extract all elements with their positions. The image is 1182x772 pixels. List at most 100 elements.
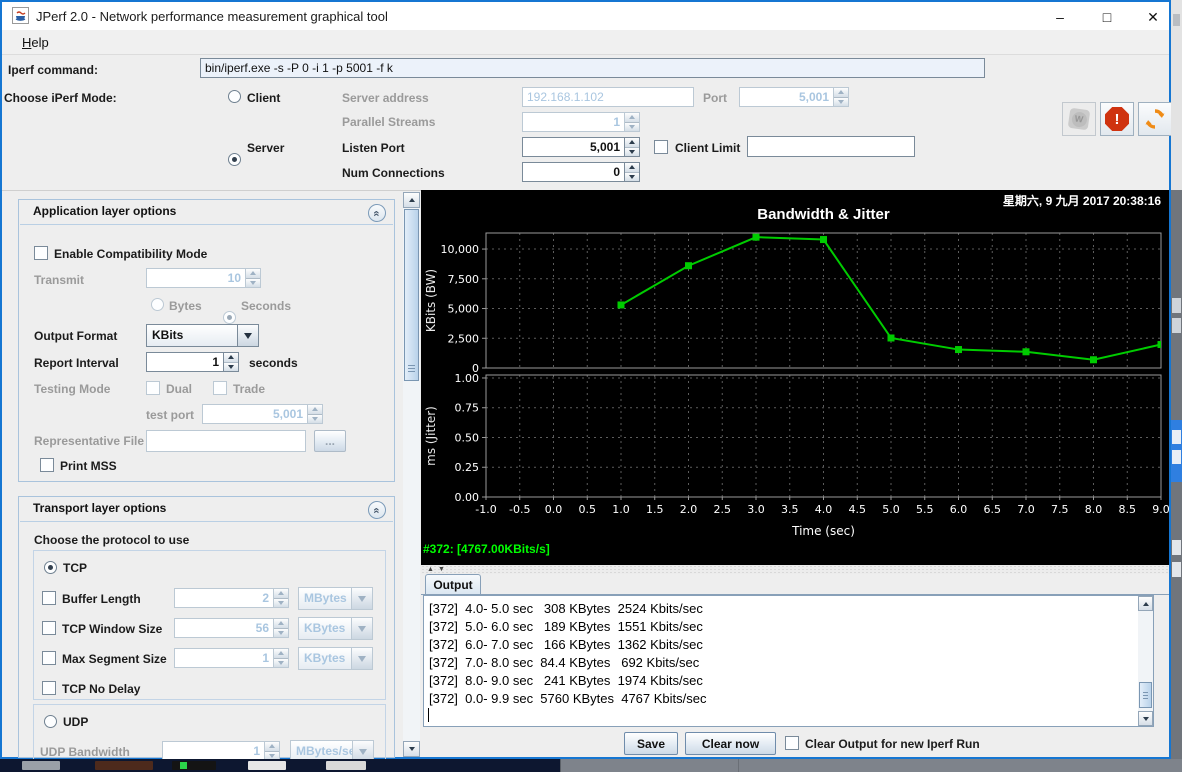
- clear-now-button[interactable]: Clear now: [685, 732, 776, 755]
- client-radio[interactable]: [228, 90, 241, 103]
- seconds-suffix-label: seconds: [249, 356, 298, 370]
- taskbar-icon[interactable]: [326, 761, 366, 770]
- udp-radio[interactable]: [44, 715, 57, 728]
- options-scrollbar[interactable]: [403, 192, 420, 757]
- minimize-icon[interactable]: –: [1044, 6, 1076, 28]
- desktop-icon-fragment: [1172, 318, 1181, 333]
- svg-text:2,500: 2,500: [448, 332, 480, 345]
- chart-area: 星期六, 9 九月 2017 20:38:16 Bandwidth & Jitt…: [421, 190, 1169, 565]
- bytes-radio: [151, 298, 164, 311]
- port-spinner-buttons: [834, 87, 849, 107]
- server-radio[interactable]: [228, 153, 241, 166]
- output-line: [372] 4.0- 5.0 sec 308 KBytes 2524 Kbits…: [429, 600, 1133, 618]
- combo-arrow-icon[interactable]: [237, 325, 258, 346]
- transport-layer-title: Transport layer options: [33, 501, 166, 515]
- collapse-application-panel-button[interactable]: »: [368, 204, 386, 222]
- print-mss-checkbox[interactable]: [40, 458, 54, 472]
- taskbar-segment[interactable]: [560, 759, 1182, 772]
- taskbar-icon[interactable]: [172, 761, 216, 770]
- max-segment-checkbox[interactable]: [42, 651, 56, 665]
- test-port-spinner-buttons: [308, 404, 323, 424]
- maximize-icon[interactable]: □: [1091, 6, 1123, 28]
- output-textarea[interactable]: [372] 4.0- 5.0 sec 308 KBytes 2524 Kbits…: [423, 595, 1154, 727]
- restart-iperf-button[interactable]: [1138, 102, 1172, 136]
- restart-arrows-icon: [1143, 107, 1167, 131]
- enable-compatibility-checkbox[interactable]: [34, 246, 48, 260]
- udp-bandwidth-spinner: 1: [162, 741, 265, 761]
- buffer-length-checkbox[interactable]: [42, 591, 56, 605]
- save-button[interactable]: Save: [624, 732, 678, 755]
- clear-output-checkbox[interactable]: [785, 736, 799, 750]
- testing-mode-label: Testing Mode: [34, 382, 110, 396]
- svg-text:0.5: 0.5: [579, 503, 597, 516]
- listen-port-spinner-buttons[interactable]: [625, 137, 640, 157]
- tab-output[interactable]: Output: [425, 574, 481, 594]
- svg-text:2.5: 2.5: [714, 503, 732, 516]
- split-divider[interactable]: ▲ ▼: [421, 565, 1169, 574]
- udp-radio-label: UDP: [63, 715, 88, 729]
- tcp-radio[interactable]: [44, 561, 57, 574]
- close-icon[interactable]: ✕: [1137, 6, 1169, 28]
- trade-checkbox: [213, 381, 227, 395]
- scroll-up-icon[interactable]: [403, 192, 420, 208]
- taskbar-icon[interactable]: [95, 761, 153, 770]
- scrollbar-thumb[interactable]: [1139, 682, 1152, 708]
- svg-text:0.75: 0.75: [455, 402, 480, 415]
- svg-text:2.0: 2.0: [680, 503, 698, 516]
- seconds-radio: [223, 311, 236, 324]
- tab-output-label: Output: [433, 578, 472, 592]
- representative-file-label: Representative File: [34, 434, 144, 448]
- port-spinner: 5,001: [739, 87, 834, 107]
- stop-iperf-button[interactable]: !: [1100, 102, 1134, 136]
- tcp-window-spinner: 56: [174, 618, 274, 638]
- buffer-length-unit: MBytes: [299, 588, 351, 609]
- iperf-command-input[interactable]: bin/iperf.exe -s -P 0 -i 1 -p 5001 -f k: [200, 58, 985, 78]
- report-interval-spinner-buttons[interactable]: [224, 352, 239, 372]
- menu-bar: Help: [2, 30, 1169, 55]
- scrollbar-thumb[interactable]: [404, 209, 419, 381]
- combo-arrow-icon: [351, 618, 372, 639]
- taskbar-icon[interactable]: [22, 761, 60, 770]
- output-line: [372] 7.0- 8.0 sec 84.4 KBytes 692 Kbits…: [429, 654, 1133, 672]
- java-app-icon: [12, 7, 29, 24]
- chart-title: Bandwidth & Jitter: [486, 206, 1161, 223]
- client-limit-checkbox[interactable]: [654, 140, 668, 154]
- chevron-up-icon: »: [372, 210, 383, 216]
- listen-port-spinner[interactable]: 5,001: [522, 137, 625, 157]
- output-format-combobox[interactable]: KBits: [146, 324, 259, 347]
- divider-collapse-down-icon[interactable]: ▼: [438, 565, 445, 574]
- output-line: [372] 0.0- 9.9 sec 5760 KBytes 4767 Kbit…: [429, 690, 1133, 708]
- server-radio-label: Server: [247, 141, 284, 155]
- bandwidth-jitter-plot: 02,5005,0007,50010,000KBits (BW)0.000.25…: [421, 190, 1169, 565]
- report-interval-label: Report Interval: [34, 356, 119, 370]
- svg-text:-0.5: -0.5: [509, 503, 530, 516]
- scroll-up-icon[interactable]: [1138, 596, 1153, 611]
- client-limit-input[interactable]: [747, 136, 915, 157]
- collapse-transport-panel-button[interactable]: »: [368, 501, 386, 519]
- taskbar-icon[interactable]: [248, 761, 286, 770]
- server-address-input: 192.168.1.102: [522, 87, 694, 107]
- tcp-no-delay-checkbox[interactable]: [42, 681, 56, 695]
- svg-text:-1.0: -1.0: [475, 503, 496, 516]
- num-connections-spinner-buttons[interactable]: [625, 162, 640, 182]
- scroll-down-icon[interactable]: [403, 741, 420, 757]
- desktop-icon-fragment: [1172, 430, 1181, 444]
- num-connections-spinner[interactable]: 0: [522, 162, 625, 182]
- combo-arrow-icon: [351, 588, 372, 609]
- choose-protocol-label: Choose the protocol to use: [34, 533, 189, 547]
- tcp-window-checkbox[interactable]: [42, 621, 56, 635]
- svg-text:5.5: 5.5: [916, 503, 934, 516]
- scroll-down-icon[interactable]: [1138, 711, 1153, 726]
- taskbar[interactable]: [0, 759, 1182, 772]
- combo-arrow-icon: [351, 648, 372, 669]
- output-format-value: KBits: [147, 325, 237, 346]
- report-interval-spinner[interactable]: 1: [146, 352, 224, 372]
- screen: JPerf 2.0 - Network performance measurem…: [0, 0, 1182, 772]
- menu-help[interactable]: Help: [18, 34, 53, 51]
- udp-bandwidth-spinner-buttons: [265, 741, 280, 761]
- divider-collapse-up-icon[interactable]: ▲: [427, 565, 434, 574]
- max-segment-unit-combobox: KBytes: [298, 647, 373, 670]
- output-scrollbar[interactable]: [1138, 596, 1153, 726]
- svg-text:3.5: 3.5: [781, 503, 799, 516]
- client-limit-label: Client Limit: [675, 141, 740, 155]
